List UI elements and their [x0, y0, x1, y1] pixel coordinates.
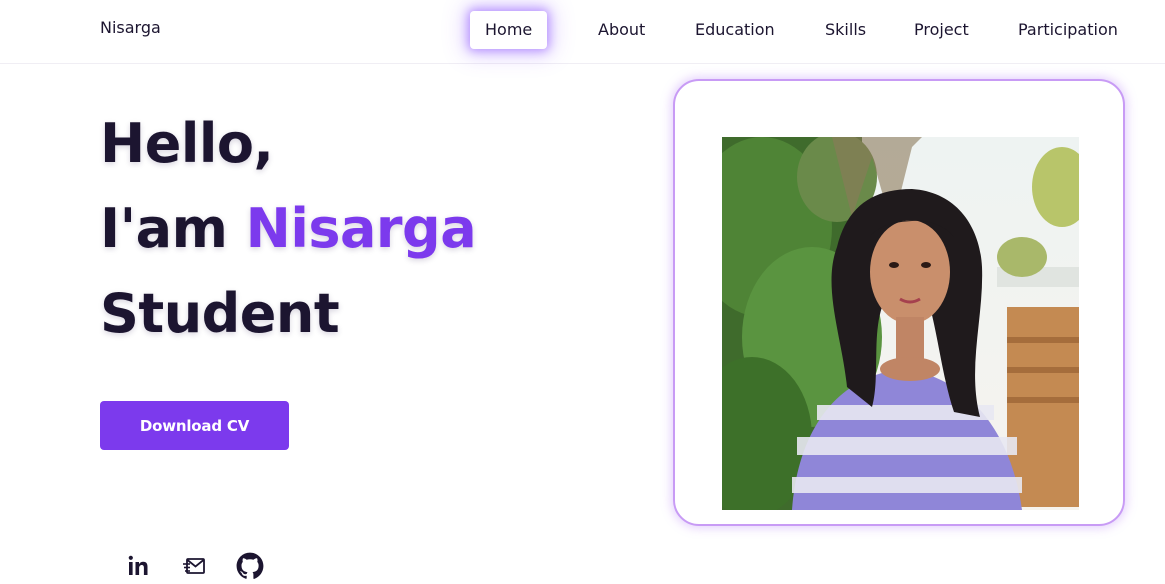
- nav-skills[interactable]: Skills: [825, 11, 866, 49]
- nav-about[interactable]: About: [598, 11, 645, 49]
- hero-intro-line: I'am Nisarga: [100, 197, 477, 260]
- hero-greeting: Hello,: [100, 112, 274, 175]
- hero-intro: I'am: [100, 197, 246, 260]
- linkedin-icon[interactable]: [124, 552, 152, 580]
- nav-home[interactable]: Home: [470, 11, 548, 49]
- nav-participation[interactable]: Participation: [1018, 11, 1118, 49]
- github-icon[interactable]: [236, 552, 264, 580]
- nav-education[interactable]: Education: [695, 11, 775, 49]
- profile-photo: [722, 137, 1079, 510]
- hero-name: Nisarga: [245, 197, 477, 260]
- download-cv-button[interactable]: Download CV: [100, 401, 289, 450]
- profile-photo-card: [673, 79, 1125, 526]
- site-header: Nisarga Home About Education Skills Proj…: [0, 0, 1165, 64]
- nav-project[interactable]: Project: [914, 11, 969, 49]
- hero-role: Student: [100, 282, 340, 345]
- mail-icon[interactable]: [181, 552, 209, 580]
- main-nav: Home About Education Skills Project Part…: [0, 0, 1165, 64]
